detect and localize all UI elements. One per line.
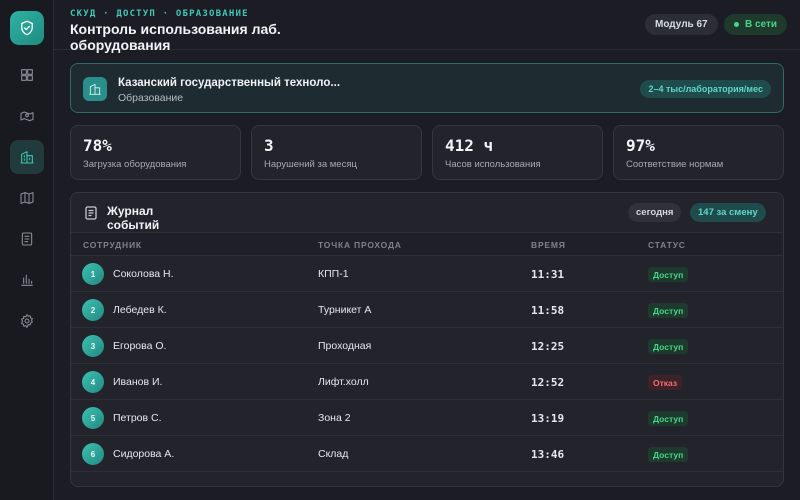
sidebar-item-documents[interactable] [10, 222, 44, 256]
bar-chart-icon [21, 274, 33, 286]
status-badge: Доступ [648, 303, 689, 318]
employee-name: Иванов И. [113, 376, 163, 388]
stat-card-usage-hours: 412 ч Часов использования [432, 125, 603, 180]
avatar: 4 [82, 371, 104, 393]
access-point: Турникет А [318, 304, 372, 316]
table-row[interactable]: 2 Лебедев К. Турникет А 11:58 Доступ [71, 292, 783, 328]
event-time: 12:52 [531, 376, 565, 389]
table-row[interactable]: 6 Сидорова А. Склад 13:46 Доступ [71, 436, 783, 472]
stat-value: 78% [83, 136, 112, 155]
organization-card[interactable]: Казанский государственный технолo... Обр… [70, 63, 784, 113]
avatar: 6 [82, 443, 104, 465]
page-header: СКУД · ДОСТУП · ОБРАЗОВАНИЕ Контроль исп… [54, 0, 800, 53]
column-header-access-point[interactable]: ТОЧКА ПРОХОДА [318, 240, 402, 250]
shield-check-icon[interactable] [10, 11, 44, 45]
sidebar-item-map[interactable] [10, 181, 44, 215]
stat-label: Соответствие нормам [626, 159, 724, 170]
dashboard-icon [21, 69, 33, 81]
document-icon [21, 232, 33, 246]
building-icon [20, 151, 34, 164]
sidebar-item-buildings[interactable] [10, 140, 44, 174]
online-status-badge: В сети [724, 14, 788, 35]
access-point: КПП-1 [318, 268, 349, 280]
stat-card-compliance: 97% Соответствие нормам [613, 125, 784, 180]
table-header: СОТРУДНИК ТОЧКА ПРОХОДА ВРЕМЯ СТАТУС [71, 232, 783, 256]
organization-name: Казанский государственный технолo... [118, 77, 341, 89]
sidebar-item-settings[interactable] [10, 304, 44, 338]
event-time: 12:25 [531, 340, 565, 353]
avatar: 1 [82, 263, 104, 285]
access-point: Лифт.холл [318, 376, 369, 388]
event-journal: Журнал событий сегодня 147 за смену СОТР… [70, 192, 784, 487]
access-point: Проходная [318, 340, 372, 352]
stat-card-violations: 3 Нарушений за месяц [251, 125, 422, 180]
stat-label: Загрузка оборудования [83, 159, 187, 170]
column-header-employee[interactable]: СОТРУДНИК [83, 240, 142, 250]
status-badge: Доступ [648, 339, 689, 354]
map-pin-icon [20, 111, 34, 122]
app-window: СКУД · ДОСТУП · ОБРАЗОВАНИЕ Контроль исп… [0, 0, 800, 500]
journal-title: Журнал событий [107, 204, 160, 232]
employee-name: Сидорова А. [113, 448, 175, 460]
event-time: 13:19 [531, 412, 565, 425]
employee-name: Лебедев К. [113, 304, 167, 316]
pricing-badge: 2–4 тыс/лаборатория/мес [640, 80, 771, 98]
employee-name: Соколова Н. [113, 268, 174, 280]
avatar: 5 [82, 407, 104, 429]
stat-card-equipment-load: 78% Загрузка оборудования [70, 125, 241, 180]
avatar: 3 [82, 335, 104, 357]
table-row[interactable]: 5 Петров С. Зона 2 13:19 Доступ [71, 400, 783, 436]
status-badge: Доступ [648, 267, 689, 282]
filter-today-button[interactable]: сегодня [628, 203, 682, 222]
building-icon [83, 77, 107, 101]
sidebar-item-reports[interactable] [10, 263, 44, 297]
shift-count-badge: 147 за смену [690, 203, 766, 222]
event-time: 13:46 [531, 448, 565, 461]
table-row[interactable]: 1 Соколова Н. КПП-1 11:31 Доступ [71, 256, 783, 292]
stat-label: Нарушений за месяц [264, 159, 357, 170]
sidebar-item-locations[interactable] [10, 99, 44, 133]
status-badge: Отказ [648, 375, 683, 390]
access-point: Зона 2 [318, 412, 351, 424]
stat-value: 3 [264, 136, 274, 155]
table-row[interactable]: 3 Егорова О. Проходная 12:25 Доступ [71, 328, 783, 364]
access-point: Склад [318, 448, 349, 460]
sidebar [0, 0, 54, 500]
status-dot-icon [734, 22, 739, 27]
page-title: Контроль использования лаб. оборудования [70, 21, 281, 53]
employee-name: Петров С. [113, 412, 162, 424]
sidebar-item-dashboard[interactable] [10, 58, 44, 92]
table-row[interactable]: 4 Иванов И. Лифт.холл 12:52 Отказ [71, 364, 783, 400]
online-status-label: В сети [745, 19, 778, 30]
stat-value: 97% [626, 136, 655, 155]
gear-icon [21, 314, 33, 328]
status-badge: Доступ [648, 447, 689, 462]
stat-value: 412 ч [445, 136, 494, 155]
stat-label: Часов использования [445, 159, 541, 170]
document-icon [85, 206, 97, 220]
event-time: 11:31 [531, 268, 565, 281]
employee-name: Егорова О. [113, 340, 167, 352]
map-icon [20, 192, 34, 204]
organization-type: Образование [118, 92, 184, 104]
status-badge: Доступ [648, 411, 689, 426]
column-header-status[interactable]: СТАТУС [648, 240, 686, 250]
breadcrumb: СКУД · ДОСТУП · ОБРАЗОВАНИЕ [70, 9, 249, 19]
avatar: 2 [82, 299, 104, 321]
event-time: 11:58 [531, 304, 565, 317]
column-header-time[interactable]: ВРЕМЯ [531, 240, 566, 250]
module-badge: Модуль 67 [645, 14, 718, 35]
